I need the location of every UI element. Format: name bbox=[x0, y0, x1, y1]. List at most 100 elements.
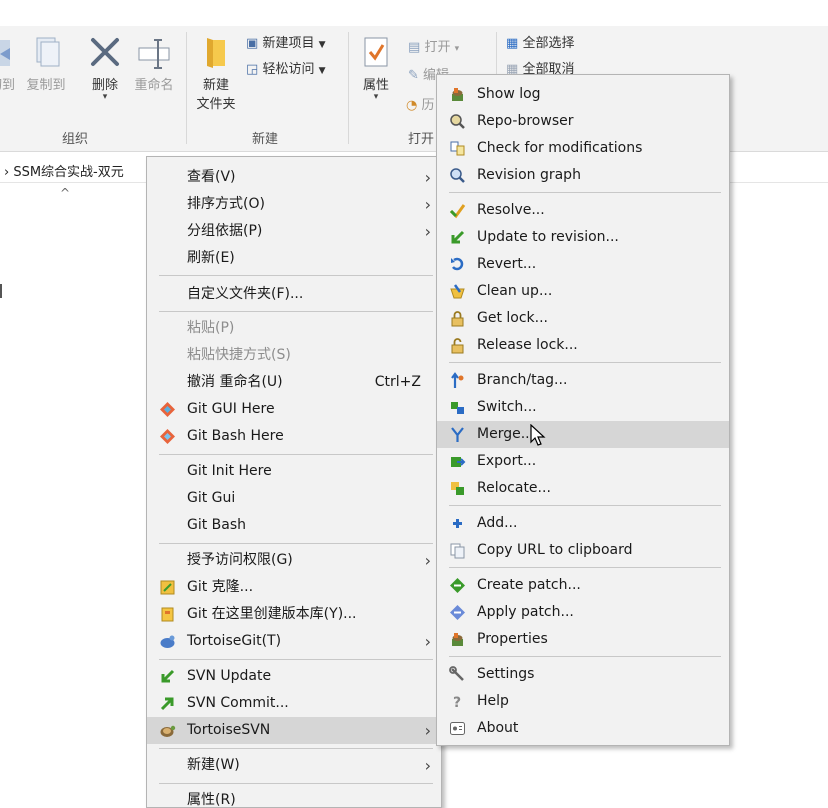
menu-item-label: Resolve... bbox=[477, 202, 545, 218]
svn-item-release-lock[interactable]: Release lock... bbox=[437, 332, 729, 359]
new-item-button[interactable]: ▣ 新建项目 ▼ bbox=[246, 32, 326, 51]
shortcut-label: Ctrl+Z bbox=[374, 374, 421, 390]
resolve-icon bbox=[449, 204, 466, 219]
menu-item-tortoisegit[interactable]: TortoiseGit(T) › bbox=[147, 628, 441, 655]
open-button[interactable]: ▤ 打开 ▾ bbox=[408, 36, 459, 55]
sort-caret-icon[interactable]: ^ bbox=[60, 186, 70, 200]
menu-item-label: Switch... bbox=[477, 399, 537, 415]
copy-to-icon bbox=[36, 37, 60, 67]
menu-item-group-by[interactable]: 分组依据(P) › bbox=[147, 218, 441, 245]
menu-item-label: 属性(R) bbox=[187, 792, 236, 808]
menu-item-label: 粘贴快捷方式(S) bbox=[187, 347, 291, 363]
rename-button[interactable]: 重命名 bbox=[130, 36, 178, 93]
svn-commit-icon bbox=[160, 697, 174, 711]
history-label: 历 bbox=[421, 98, 435, 113]
svn-item-relocate[interactable]: Relocate... bbox=[437, 475, 729, 502]
menu-item-label: Show log bbox=[477, 86, 541, 102]
menu-item-customize-folder[interactable]: 自定义文件夹(F)... bbox=[147, 281, 441, 308]
menu-item-git-init-here[interactable]: Git Init Here bbox=[147, 458, 441, 485]
svn-item-properties[interactable]: Properties bbox=[437, 626, 729, 653]
copy-to-button[interactable]: 复制到 bbox=[22, 36, 70, 93]
svn-item-revision-graph[interactable]: Revision graph bbox=[437, 162, 729, 189]
svn-item-about[interactable]: About bbox=[437, 715, 729, 742]
menu-item-git-create-repo[interactable]: Git 在这里创建版本库(Y)... bbox=[147, 601, 441, 628]
menu-item-git-bash[interactable]: Git Bash bbox=[147, 512, 441, 539]
menu-separator bbox=[159, 543, 433, 544]
menu-item-git-clone[interactable]: Git 克隆... bbox=[147, 574, 441, 601]
svn-item-repo-browser[interactable]: Repo-browser bbox=[437, 108, 729, 135]
submenu-arrow-icon: › bbox=[424, 222, 431, 241]
svn-item-merge[interactable]: Merge... bbox=[437, 421, 729, 448]
ribbon-divider bbox=[186, 32, 187, 144]
menu-item-svn-commit[interactable]: SVN Commit... bbox=[147, 690, 441, 717]
menu-item-label: 自定义文件夹(F)... bbox=[187, 286, 304, 302]
menu-item-git-gui-here[interactable]: Git GUI Here bbox=[147, 396, 441, 423]
menu-item-label: Update to revision... bbox=[477, 229, 619, 245]
svn-item-settings[interactable]: Settings bbox=[437, 661, 729, 688]
menu-item-sort[interactable]: 排序方式(O) › bbox=[147, 191, 441, 218]
group-new-label: 新建 bbox=[252, 132, 279, 147]
svn-item-clean-up[interactable]: Clean up... bbox=[437, 278, 729, 305]
easy-access-button[interactable]: ◲ 轻松访问 ▼ bbox=[246, 58, 326, 77]
svn-item-get-lock[interactable]: Get lock... bbox=[437, 305, 729, 332]
menu-item-label: 新建(W) bbox=[187, 757, 240, 773]
group-open-label: 打开 bbox=[408, 132, 435, 147]
svn-item-resolve[interactable]: Resolve... bbox=[437, 197, 729, 224]
menu-item-label: Git 在这里创建版本库(Y)... bbox=[187, 606, 357, 622]
svn-item-help[interactable]: ? Help bbox=[437, 688, 729, 715]
svn-item-apply-patch[interactable]: Apply patch... bbox=[437, 599, 729, 626]
edit-icon: ✎ bbox=[408, 68, 419, 83]
svn-item-show-log[interactable]: Show log bbox=[437, 81, 729, 108]
menu-item-label: Help bbox=[477, 693, 509, 709]
context-menu: 查看(V) › 排序方式(O) › 分组依据(P) › 刷新(E) 自定义文件夹(F)… bbox=[146, 156, 442, 808]
menu-item-view[interactable]: 查看(V) › bbox=[147, 164, 441, 191]
repo-browser-icon bbox=[450, 114, 465, 129]
easy-access-dropdown-icon: ▼ bbox=[318, 66, 326, 76]
cut-label: 切到 bbox=[0, 78, 15, 93]
svn-item-switch[interactable]: Switch... bbox=[437, 394, 729, 421]
menu-separator bbox=[159, 311, 433, 312]
svg-text:?: ? bbox=[453, 695, 461, 710]
cut-button[interactable]: 切到 bbox=[0, 36, 22, 93]
add-icon bbox=[453, 519, 462, 528]
svn-item-add[interactable]: Add... bbox=[437, 510, 729, 537]
menu-item-grant-access[interactable]: 授予访问权限(G) › bbox=[147, 547, 441, 574]
rename-label: 重命名 bbox=[134, 78, 174, 93]
menu-item-refresh[interactable]: 刷新(E) bbox=[147, 245, 441, 272]
breadcrumb[interactable]: › SSM综合实战-双元 bbox=[4, 161, 124, 180]
menu-item-label: Git Gui bbox=[187, 490, 236, 506]
menu-item-tortoisesvn[interactable]: TortoiseSVN › bbox=[147, 717, 441, 744]
menu-item-git-gui[interactable]: Git Gui bbox=[147, 485, 441, 512]
svn-item-export[interactable]: Export... bbox=[437, 448, 729, 475]
menu-item-properties[interactable]: 属性(R) bbox=[147, 787, 441, 808]
new-folder-button[interactable]: 新建 文件夹 bbox=[190, 36, 242, 112]
svn-item-update-to-revision[interactable]: Update to revision... bbox=[437, 224, 729, 251]
submenu-arrow-icon: › bbox=[424, 756, 431, 775]
menu-item-new[interactable]: 新建(W) › bbox=[147, 752, 441, 779]
ribbon-tab-strip bbox=[0, 0, 828, 26]
delete-button[interactable]: 删除 ▾ bbox=[86, 36, 124, 102]
delete-x-icon bbox=[91, 38, 119, 66]
menu-item-label: About bbox=[477, 720, 519, 736]
easy-access-icon: ◲ bbox=[246, 62, 259, 77]
svn-item-copy-url[interactable]: Copy URL to clipboard bbox=[437, 537, 729, 564]
svn-item-revert[interactable]: Revert... bbox=[437, 251, 729, 278]
menu-separator bbox=[159, 275, 433, 276]
new-item-dropdown-icon: ▼ bbox=[318, 40, 326, 50]
select-all-button[interactable]: ▦ 全部选择 bbox=[506, 32, 574, 51]
properties-dropdown-icon: ▾ bbox=[373, 92, 379, 102]
menu-item-label: Repo-browser bbox=[477, 113, 574, 129]
svn-item-branch-tag[interactable]: Branch/tag... bbox=[437, 367, 729, 394]
properties-icon bbox=[452, 633, 463, 646]
menu-item-undo-rename[interactable]: 撤消 重命名(U) Ctrl+Z bbox=[147, 369, 441, 396]
menu-separator bbox=[449, 656, 721, 657]
tortoisegit-icon bbox=[160, 635, 175, 648]
svn-item-check-modifications[interactable]: Check for modifications bbox=[437, 135, 729, 162]
delete-label: 删除 bbox=[91, 78, 118, 93]
menu-item-git-bash-here[interactable]: Git Bash Here bbox=[147, 423, 441, 450]
properties-button[interactable]: 属性 ▾ bbox=[356, 36, 396, 102]
menu-item-svn-update[interactable]: SVN Update bbox=[147, 663, 441, 690]
about-icon bbox=[450, 722, 465, 735]
history-button[interactable]: ◔ 历 bbox=[406, 94, 435, 113]
svn-item-create-patch[interactable]: Create patch... bbox=[437, 572, 729, 599]
